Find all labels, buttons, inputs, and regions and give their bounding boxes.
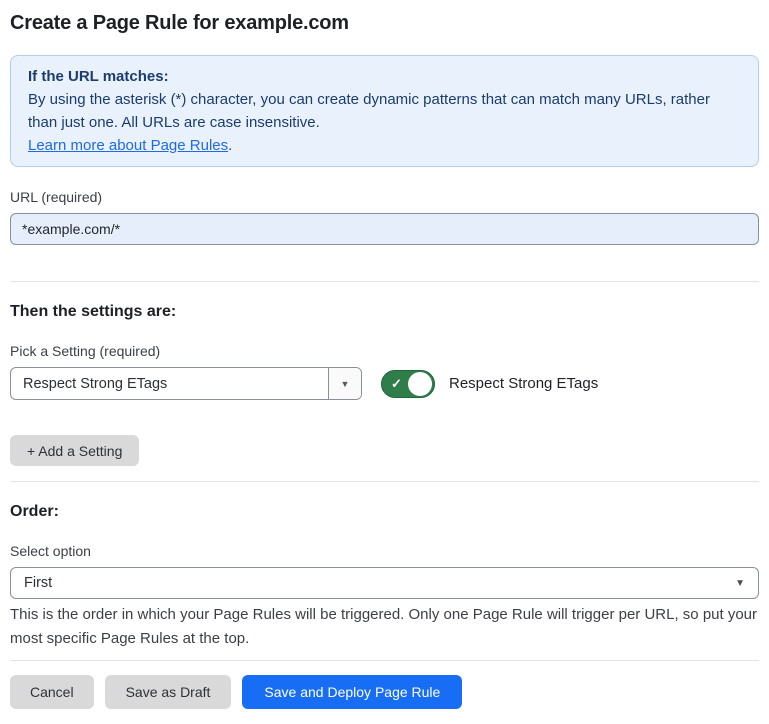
setting-dropdown[interactable]: Respect Strong ETags ▼ <box>10 367 362 400</box>
section-divider <box>10 481 759 482</box>
add-setting-button[interactable]: + Add a Setting <box>10 435 139 466</box>
chevron-down-icon: ▼ <box>341 379 350 389</box>
info-box-heading: If the URL matches: <box>28 65 741 88</box>
url-input[interactable] <box>10 213 759 245</box>
link-period: . <box>228 137 232 154</box>
cancel-button[interactable]: Cancel <box>10 675 94 709</box>
check-icon: ✓ <box>391 377 402 390</box>
settings-section-heading: Then the settings are: <box>10 302 759 321</box>
setting-dropdown-value: Respect Strong ETags <box>11 368 328 399</box>
order-select-value: First <box>24 575 52 591</box>
learn-more-link[interactable]: Learn more about Page Rules <box>28 137 228 154</box>
order-select[interactable]: First ▼ <box>10 567 759 599</box>
url-field-label: URL (required) <box>10 189 759 206</box>
setting-toggle[interactable]: ✓ <box>381 370 435 398</box>
footer-actions: Cancel Save as Draft Save and Deploy Pag… <box>10 675 759 724</box>
footer-divider <box>10 660 759 661</box>
order-section-heading: Order: <box>10 502 759 521</box>
order-select-label: Select option <box>10 543 759 560</box>
pick-setting-label: Pick a Setting (required) <box>10 343 759 360</box>
section-divider <box>10 281 759 282</box>
info-box-link-line: Learn more about Page Rules. <box>28 134 741 157</box>
order-help-text: This is the order in which your Page Rul… <box>10 603 759 651</box>
save-draft-button[interactable]: Save as Draft <box>105 675 232 709</box>
toggle-knob <box>408 372 432 396</box>
chevron-down-icon: ▼ <box>735 578 745 589</box>
setting-row: Respect Strong ETags ▼ ✓ Respect Strong … <box>10 367 759 400</box>
info-box-body: By using the asterisk (*) character, you… <box>28 88 741 134</box>
create-page-rule-form: Create a Page Rule for example.com If th… <box>0 12 769 724</box>
dropdown-arrow-button[interactable]: ▼ <box>328 368 361 399</box>
toggle-label: Respect Strong ETags <box>449 375 598 392</box>
save-deploy-button[interactable]: Save and Deploy Page Rule <box>242 675 462 709</box>
url-match-info-box: If the URL matches: By using the asteris… <box>10 55 759 167</box>
page-title: Create a Page Rule for example.com <box>10 12 759 35</box>
